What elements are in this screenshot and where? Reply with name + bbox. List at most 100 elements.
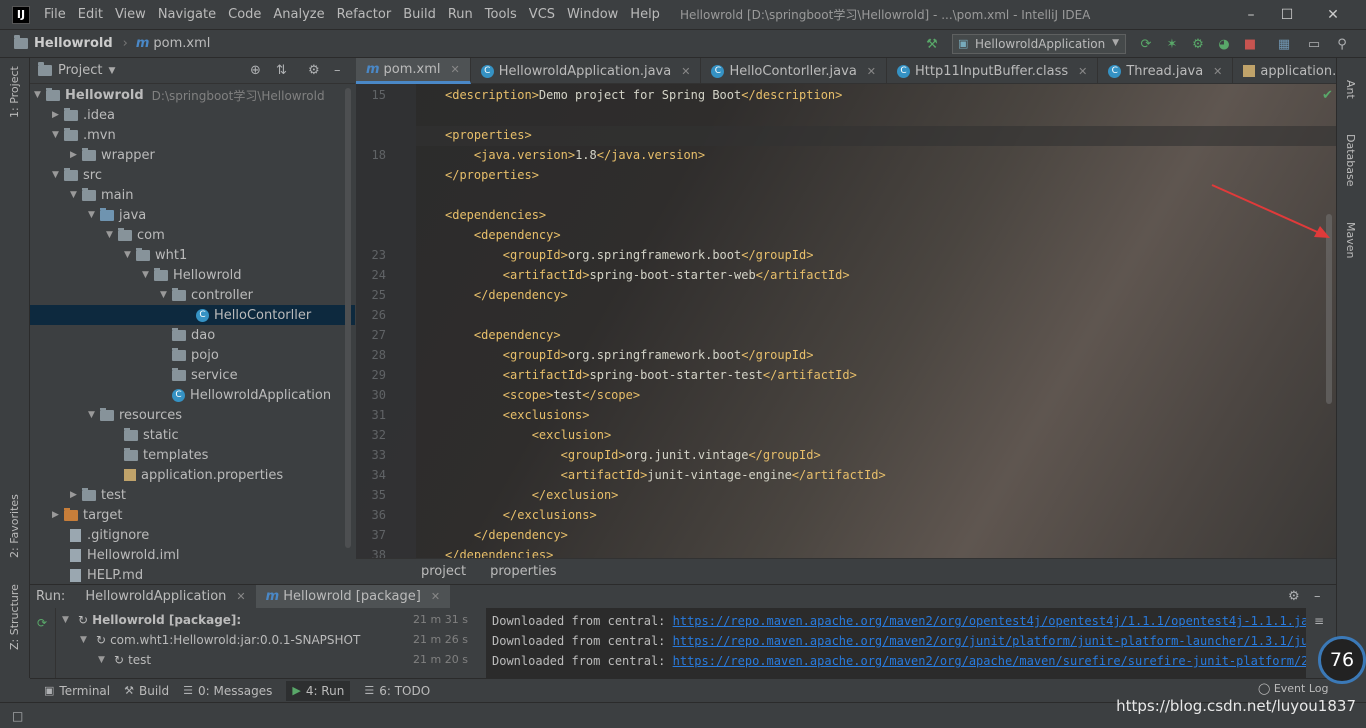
tree-item-root[interactable]: ▼ Hellowrold D:\springboot学习\Hellowrold (34, 85, 325, 105)
tree-item-iml[interactable]: Hellowrold.iml (70, 545, 179, 565)
menu-code[interactable]: Code (222, 7, 267, 22)
console-link[interactable]: https://repo.maven.apache.org/maven2/org… (673, 614, 1306, 628)
tree-item-pojo[interactable]: pojo (172, 345, 219, 365)
menu-run[interactable]: Run (442, 7, 479, 22)
tab-thread-java[interactable]: C Thread.java ✕ (1098, 58, 1234, 84)
coverage-icon[interactable]: ⚙ (1190, 36, 1206, 52)
tab-database[interactable]: Database (1344, 134, 1357, 187)
tree-item-test[interactable]: ▶ test (70, 485, 126, 505)
menu-build[interactable]: Build (397, 7, 442, 22)
tool-messages[interactable]: ☰ 0: Messages (183, 684, 272, 698)
menu-edit[interactable]: Edit (72, 7, 109, 22)
tree-item-gitignore[interactable]: .gitignore (70, 525, 149, 545)
tree-item-hellowroldapplication[interactable]: C HellowroldApplication (172, 385, 331, 405)
code-editor[interactable]: 15182324252627282930313233343536373839 <… (356, 84, 1336, 558)
tool-windows-toggle-icon[interactable]: □ (12, 709, 23, 723)
tab-maven[interactable]: Maven (1344, 222, 1357, 258)
menu-analyze[interactable]: Analyze (267, 7, 330, 22)
tool-run[interactable]: ▶ 4: Run (286, 680, 351, 701)
tree-item-templates[interactable]: templates (124, 445, 208, 465)
tab-hellocontorller-java[interactable]: C HelloContorller.java ✕ (701, 58, 888, 84)
menu-vcs[interactable]: VCS (523, 7, 561, 22)
tree-item-help-md[interactable]: HELP.md (70, 565, 143, 585)
close-tab-icon[interactable]: ✕ (1213, 65, 1222, 78)
close-tab-icon[interactable]: ✕ (236, 590, 245, 603)
tab-http11inputbuffer-class[interactable]: C Http11InputBuffer.class ✕ (887, 58, 1099, 84)
run-tab-package[interactable]: m Hellowrold [package] ✕ (255, 584, 451, 609)
rerun-icon[interactable]: ⟳ (1138, 36, 1154, 52)
collapse-all-icon[interactable]: ⇅ (276, 63, 287, 78)
tree-item-dao[interactable]: dao (172, 325, 215, 345)
tab-structure[interactable]: Z: Structure (8, 584, 21, 650)
debug-icon[interactable]: ✶ (1164, 36, 1180, 52)
tool-terminal[interactable]: ▣ Terminal (44, 684, 110, 698)
menu-help[interactable]: Help (624, 7, 666, 22)
tree-item-wrapper[interactable]: ▶ wrapper (70, 145, 155, 165)
nav-crumb-project[interactable]: Hellowrold (14, 35, 113, 51)
menu-file[interactable]: File (38, 7, 72, 22)
tree-item-service[interactable]: service (172, 365, 238, 385)
tree-item-mvn[interactable]: ▼ .mvn (52, 125, 116, 145)
soft-wrap-icon[interactable]: ≡ (1314, 614, 1324, 628)
tab-project[interactable]: 1: Project (8, 66, 21, 118)
rerun-icon[interactable]: ⟳ (37, 616, 47, 630)
tree-item-target[interactable]: ▶ target (52, 505, 123, 525)
hide-icon[interactable]: – (334, 63, 341, 78)
close-tab-icon[interactable]: ✕ (431, 590, 440, 603)
tab-ant[interactable]: Ant (1344, 80, 1357, 99)
event-log-button[interactable]: ◯ Event Log (1258, 682, 1328, 695)
console-output[interactable]: Downloaded from central: https://repo.ma… (486, 608, 1306, 678)
close-window-button[interactable]: ✕ (1310, 0, 1356, 30)
hide-icon[interactable]: – (1314, 589, 1321, 604)
project-scrollbar[interactable] (345, 88, 351, 548)
tree-item-hellocontorller[interactable]: C HelloContorller (30, 305, 355, 325)
gear-icon[interactable]: ⚙ (1288, 589, 1300, 604)
breadcrumb-project[interactable]: project (421, 564, 466, 579)
tree-item-com[interactable]: ▼ com (106, 225, 165, 245)
menu-navigate[interactable]: Navigate (152, 7, 222, 22)
menu-window[interactable]: Window (561, 7, 624, 22)
close-tab-icon[interactable]: ✕ (451, 63, 460, 76)
tool-build[interactable]: ⚒ Build (124, 684, 169, 698)
gear-icon[interactable]: ⚙ (308, 63, 320, 78)
layout-icon[interactable]: ▭ (1306, 36, 1322, 52)
run-tree-row[interactable]: ▼ ↻ test (98, 650, 151, 670)
nav-crumb-file[interactable]: › m pom.xml (123, 36, 211, 51)
run-configuration-select[interactable]: ▣ HellowroldApplication ▼ (952, 34, 1126, 54)
menu-refactor[interactable]: Refactor (331, 7, 398, 22)
tree-item-idea[interactable]: ▶ .idea (52, 105, 115, 125)
close-tab-icon[interactable]: ✕ (1078, 65, 1087, 78)
tree-item-hellowrold-pkg[interactable]: ▼ Hellowrold (142, 265, 241, 285)
locate-target-icon[interactable]: ⊕ (250, 63, 261, 78)
project-panel-title[interactable]: Project (58, 63, 102, 78)
close-tab-icon[interactable]: ✕ (867, 65, 876, 78)
tree-item-java[interactable]: ▼ java (88, 205, 146, 225)
tool-todo[interactable]: ☰ 6: TODO (364, 684, 430, 698)
tab-hellowroldapplication-java[interactable]: C HellowroldApplication.java ✕ (471, 58, 702, 84)
tree-item-resources[interactable]: ▼ resources (88, 405, 182, 425)
project-structure-icon[interactable]: ▦ (1276, 36, 1292, 52)
console-link[interactable]: https://repo.maven.apache.org/maven2/org… (673, 654, 1306, 668)
search-icon[interactable]: ⚲ (1334, 36, 1350, 52)
run-tab-application[interactable]: HellowroldApplication ✕ (75, 585, 255, 609)
run-tree-row[interactable]: ▼ ↻ com.wht1:Hellowrold:jar:0.0.1-SNAPSH… (80, 630, 360, 650)
close-tab-icon[interactable]: ✕ (681, 65, 690, 78)
console-link[interactable]: https://repo.maven.apache.org/maven2/org… (673, 634, 1306, 648)
tab-favorites[interactable]: 2: Favorites (8, 494, 21, 558)
profile-icon[interactable]: ◕ (1216, 36, 1232, 52)
breadcrumb-properties[interactable]: properties (490, 564, 556, 579)
tree-item-static[interactable]: static (124, 425, 179, 445)
tree-item-wht1[interactable]: ▼ wht1 (124, 245, 187, 265)
tree-item-application-properties[interactable]: application.properties (124, 465, 283, 485)
tab-pom-xml[interactable]: m pom.xml ✕ (356, 58, 471, 84)
build-hammer-icon[interactable]: ⚒ (924, 36, 940, 52)
tree-item-src[interactable]: ▼ src (52, 165, 102, 185)
tree-item-controller[interactable]: ▼ controller (160, 285, 253, 305)
stop-icon[interactable]: ■ (1242, 36, 1258, 52)
tree-item-main[interactable]: ▼ main (70, 185, 133, 205)
menu-view[interactable]: View (109, 7, 152, 22)
chevron-down-icon[interactable]: ▼ (108, 66, 115, 76)
maximize-button[interactable]: ☐ (1264, 0, 1310, 30)
run-tree-row[interactable]: ▼ ↻ Hellowrold [package]: (62, 610, 241, 630)
menu-tools[interactable]: Tools (479, 7, 523, 22)
